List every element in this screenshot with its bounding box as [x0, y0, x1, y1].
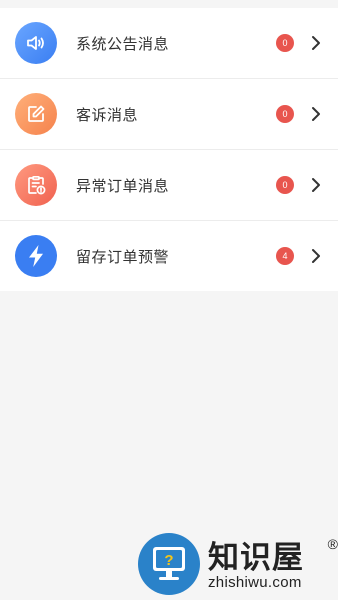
unread-count-badge: 4 [276, 247, 294, 265]
chevron-right-icon [312, 249, 320, 263]
message-row-system-announcement[interactable]: 系统公告消息 0 [0, 8, 338, 79]
chevron-right-icon [312, 36, 320, 50]
clipboard-alert-icon [15, 164, 57, 206]
unread-count-badge: 0 [276, 176, 294, 194]
speaker-icon [15, 22, 57, 64]
edit-icon [15, 93, 57, 135]
message-label: 客诉消息 [76, 106, 139, 124]
lightning-icon [15, 235, 57, 277]
top-spacer [0, 0, 338, 8]
unread-count-badge: 0 [276, 105, 294, 123]
registered-mark: ® [327, 536, 338, 552]
message-row-retained-order-warning[interactable]: 留存订单预警 4 [0, 221, 338, 291]
message-row-abnormal-order[interactable]: 异常订单消息 0 [0, 150, 338, 221]
message-row-complaint[interactable]: 客诉消息 0 [0, 79, 338, 150]
message-label: 留存订单预警 [76, 248, 170, 266]
question-mark: ? [164, 552, 173, 569]
monitor-help-logo-icon: ? [138, 533, 200, 595]
message-label: 异常订单消息 [76, 177, 170, 195]
watermark-title: 知识屋 [208, 540, 304, 576]
watermark-url: zhishiwu.com [208, 574, 302, 591]
message-label: 系统公告消息 [76, 35, 170, 53]
chevron-right-icon [312, 107, 320, 121]
site-watermark: ? 知识屋 ® zhishiwu.com [138, 530, 338, 600]
message-list: 系统公告消息 0 客诉消息 0 异常订单消息 0 留存订单预警 4 [0, 8, 338, 291]
unread-count-badge: 0 [276, 34, 294, 52]
chevron-right-icon [312, 178, 320, 192]
